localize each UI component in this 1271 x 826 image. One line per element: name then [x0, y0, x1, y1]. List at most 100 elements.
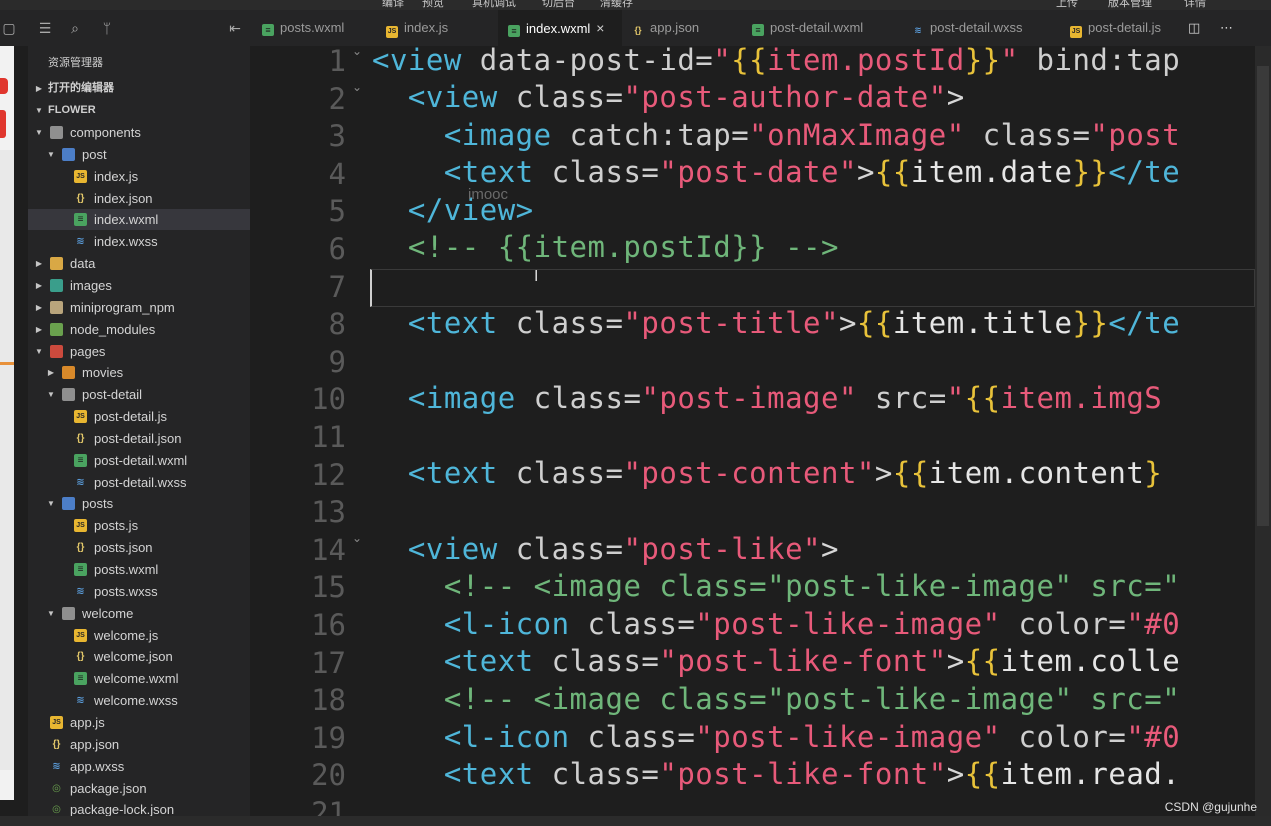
wxss-file-icon: ≋: [76, 585, 85, 597]
chevron-down-icon[interactable]: ▼: [34, 341, 44, 362]
menu-details[interactable]: 详情: [1184, 0, 1206, 10]
tab-post-detail-js[interactable]: JS post-detail.js: [1070, 10, 1190, 46]
tree-item-app-js[interactable]: JS app.js: [28, 712, 250, 733]
menu-version[interactable]: 版本管理: [1108, 0, 1152, 10]
menu-preview[interactable]: 预览: [422, 0, 444, 10]
chevron-right-icon[interactable]: ▶: [34, 253, 44, 274]
simulator-red-bar: [0, 110, 6, 138]
fold-chevron-icon[interactable]: ⌄: [352, 80, 362, 94]
tree-item-label: welcome.js: [94, 627, 159, 643]
tree-item-package-json[interactable]: ◎ package.json: [28, 778, 250, 799]
tree-item-posts-wxml[interactable]: ≡ posts.wxml: [28, 559, 250, 580]
tab-index-js[interactable]: JS index.js: [386, 10, 496, 46]
more-icon[interactable]: ⋯: [1220, 10, 1240, 46]
menu-upload[interactable]: 上传: [1056, 0, 1078, 10]
code-line-2: <view class="post-author-date">: [407, 80, 965, 114]
tree-item-app-json[interactable]: {} app.json: [28, 734, 250, 755]
explorer-panel: 资源管理器 ▶ 打开的编辑器 ▼ FLOWER ▼ components ▼ post…: [28, 46, 250, 817]
chevron-down-icon[interactable]: ▼: [46, 603, 56, 624]
folder-icon: [50, 126, 63, 139]
tree-item-pages[interactable]: ▼ pages: [28, 341, 250, 362]
tab-post-detail-wxss[interactable]: ≋ post-detail.wxss: [912, 10, 1062, 46]
tree-item-images[interactable]: ▶ images: [28, 275, 250, 296]
tree-item-posts-wxss[interactable]: ≋ posts.wxss: [28, 581, 250, 602]
tree-item-post-detail-wxml[interactable]: ≡ post-detail.wxml: [28, 450, 250, 471]
code-line-5: </view>: [407, 193, 534, 227]
tree-item-data[interactable]: ▶ data: [28, 253, 250, 274]
chevron-right-icon[interactable]: ▶: [34, 275, 44, 296]
search-icon[interactable]: ⌕: [66, 19, 84, 37]
js-file-icon: JS: [386, 26, 398, 38]
source-control-icon[interactable]: ᛘ: [98, 19, 116, 37]
code-editor[interactable]: 1 2 3 4 5 6 7 8 9 10 11 12 13 14 15 16 17 18 19 20 21 ⌄ ⌄ ⌄ …: [250, 46, 1255, 816]
menu-clear-cache[interactable]: 清缓存: [600, 0, 633, 10]
tree-item-miniprogram-npm[interactable]: ▶ miniprogram_npm: [28, 297, 250, 318]
split-editor-icon[interactable]: ◫: [1188, 10, 1208, 46]
project-section[interactable]: ▼ FLOWER: [28, 100, 250, 121]
outline-icon[interactable]: ☰: [36, 19, 54, 37]
tab-app-json[interactable]: {} app.json: [632, 10, 742, 46]
tree-item-index-wxml[interactable]: ≡ index.wxml: [28, 209, 250, 231]
tree-item-welcome-wxml[interactable]: ≡ welcome.wxml: [28, 668, 250, 689]
credit-watermark: CSDN @gujunhe: [1164, 800, 1257, 814]
collapse-sidebar-icon[interactable]: ⇤: [226, 19, 244, 37]
code-line-3: <image catch:tap="onMaxImage" class="pos…: [443, 118, 1181, 152]
tab-index-wxml[interactable]: ≡ index.wxml ×: [498, 10, 622, 46]
menu-device-debug[interactable]: 真机调试: [472, 0, 516, 10]
files-icon[interactable]: ▢: [0, 19, 18, 37]
menu-background[interactable]: 切后台: [542, 0, 575, 10]
tree-item-label: post-detail.wxml: [94, 452, 188, 468]
tree-item-movies[interactable]: ▶ movies: [28, 362, 250, 383]
chevron-down-icon[interactable]: ▼: [46, 384, 56, 405]
tree-item-label: app.js: [70, 714, 105, 730]
chevron-right-icon[interactable]: ▶: [34, 319, 44, 340]
tree-item-posts-js[interactable]: JS posts.js: [28, 515, 250, 536]
folder-icon: [62, 606, 75, 620]
tree-item-post-detail[interactable]: ▼ post-detail: [28, 384, 250, 405]
tab-post-detail-wxml[interactable]: ≡ post-detail.wxml: [752, 10, 902, 46]
tree-item-label: welcome.wxml: [94, 671, 179, 687]
chevron-down-icon[interactable]: ▼: [46, 144, 56, 165]
tab-posts-wxml[interactable]: ≡ posts.wxml: [260, 10, 380, 46]
open-editors-section[interactable]: ▶ 打开的编辑器: [28, 78, 250, 99]
tree-item-post-detail-wxss[interactable]: ≋ post-detail.wxss: [28, 472, 250, 493]
chevron-down-icon[interactable]: ▼: [34, 122, 44, 143]
close-icon[interactable]: ×: [596, 10, 604, 46]
js-file-icon: JS: [50, 715, 63, 729]
line-number: 1: [328, 46, 346, 78]
tree-item-label: posts.wxml: [94, 562, 159, 577]
json-file-icon: {}: [76, 432, 85, 444]
fold-chevron-icon[interactable]: ⌄: [352, 531, 362, 545]
editor-scrollbar[interactable]: [1255, 46, 1271, 816]
tree-item-index-wxss[interactable]: ≋ index.wxss: [28, 231, 250, 252]
chevron-right-icon[interactable]: ▶: [34, 297, 44, 318]
tree-item-index-json[interactable]: {} index.json: [28, 188, 250, 209]
scrollbar-thumb[interactable]: [1257, 66, 1269, 526]
tree-item-label: app.json: [70, 736, 120, 752]
js-file-icon: JS: [74, 169, 87, 183]
tree-item-posts[interactable]: ▼ posts: [28, 493, 250, 514]
menu-compile[interactable]: 编译: [382, 0, 404, 10]
chevron-right-icon[interactable]: ▶: [46, 362, 56, 383]
chevron-down-icon[interactable]: ▼: [46, 493, 56, 514]
tree-item-label: app.wxss: [70, 758, 125, 774]
tree-item-post[interactable]: ▼ post: [28, 144, 250, 165]
tree-item-components[interactable]: ▼ components: [28, 122, 250, 143]
code-line-16: <l-icon class="post-like-image" color="#…: [443, 607, 1181, 641]
folder-icon: [62, 366, 75, 380]
tree-item-welcome-wxss[interactable]: ≋ welcome.wxss: [28, 690, 250, 711]
tree-item-welcome-json[interactable]: {} welcome.json: [28, 646, 250, 667]
tree-item-welcome[interactable]: ▼ welcome: [28, 603, 250, 624]
simulator-edge: [0, 10, 14, 800]
tree-item-index-js[interactable]: JS index.js: [28, 166, 250, 187]
tree-item-app-wxss[interactable]: ≋ app.wxss: [28, 756, 250, 777]
tree-item-posts-json[interactable]: {} posts.json: [28, 537, 250, 558]
tree-item-welcome-js[interactable]: JS welcome.js: [28, 625, 250, 646]
fold-chevron-icon[interactable]: ⌄: [352, 46, 362, 58]
folder-icon: [50, 322, 63, 336]
json-file-icon: {}: [52, 738, 61, 750]
tree-item-post-detail-js[interactable]: JS post-detail.js: [28, 406, 250, 427]
tree-item-post-detail-json[interactable]: {} post-detail.json: [28, 428, 250, 449]
tree-item-node-modules[interactable]: ▶ node_modules: [28, 319, 250, 340]
editor-tab-bar: ≡ posts.wxml JS index.js ≡ index.wxml × {} ap…: [250, 10, 1271, 46]
